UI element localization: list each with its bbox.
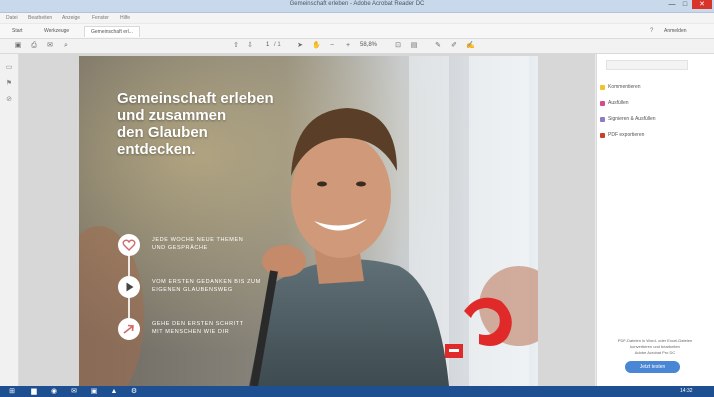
help-icon[interactable]: ? (650, 28, 653, 34)
try-now-button[interactable]: Jetzt testen (625, 361, 680, 373)
heart-icon (118, 234, 140, 256)
page-number-input[interactable]: 1 (266, 42, 269, 48)
save-icon[interactable]: ▣ (14, 42, 22, 50)
tab-document[interactable]: Gemeinschaft erl... (84, 26, 140, 37)
fill-tool-icon (600, 101, 605, 106)
browser-icon[interactable]: ◉ (50, 388, 58, 395)
toolbar (0, 39, 714, 54)
feature-text-line: Gehe den ersten Schritt (152, 321, 244, 327)
page-down-icon[interactable]: ⇩ (246, 42, 254, 50)
zoom-out-icon[interactable]: − (328, 42, 336, 50)
search-icon[interactable]: ⌕ (62, 42, 70, 50)
maximize-button[interactable]: □ (679, 0, 691, 9)
menu-help[interactable]: Hilfe (120, 15, 130, 21)
zoom-level[interactable]: 58,8% (360, 42, 377, 48)
play-icon (118, 276, 140, 298)
print-icon[interactable]: ⎙ (30, 42, 38, 50)
tab-home[interactable]: Start (6, 26, 29, 36)
acrobat-icon[interactable]: ▲ (110, 388, 118, 395)
headline-line: entdecken. (117, 141, 196, 158)
feature-text-line: Jede Woche neue Themen (152, 237, 244, 243)
menu-window[interactable]: Fenster (92, 15, 109, 21)
sign-in-link[interactable]: Anmelden (664, 28, 687, 34)
explorer-icon[interactable]: ▆ (30, 388, 38, 395)
page-total: / 1 (274, 42, 281, 48)
mail-app-icon[interactable]: ✉ (70, 388, 78, 395)
arrow-icon (118, 318, 140, 340)
attachment-icon[interactable]: ⊘ (5, 96, 13, 104)
feature-text-line: eigenen Glaubensweg (152, 287, 233, 293)
minimize-button[interactable]: — (666, 0, 678, 9)
taskbar (0, 386, 714, 397)
hand-icon[interactable]: ✋ (312, 42, 321, 50)
promo-line: Adobe Acrobat Pro DC (634, 350, 676, 355)
feature-text-line: Vom ersten Gedanken bis zum (152, 279, 261, 285)
highlight-icon[interactable]: ✐ (450, 42, 458, 50)
comment-icon[interactable]: ✎ (434, 42, 442, 50)
export-tool-icon (600, 133, 605, 138)
tool-item-comment[interactable]: Kommentieren (608, 84, 641, 90)
promo-text: PDF-Dateien in Word- oder Excel-Dateien … (603, 338, 707, 356)
sign-tool-icon (600, 117, 605, 122)
select-cursor-icon[interactable]: ➤ (296, 42, 304, 50)
document-headline: Gemeinschaft erleben und zusammen den Gl… (117, 90, 347, 158)
feature-item-1: Jede Woche neue Themen und Gespräche (152, 236, 243, 252)
tab-tools[interactable]: Werkzeuge (38, 26, 75, 36)
page-up-icon[interactable]: ⇧ (232, 42, 240, 50)
taskbar-clock: 14:32 (680, 388, 693, 394)
feature-text-line: mit Menschen wie dir (152, 329, 230, 335)
tool-item-export[interactable]: PDF exportieren (608, 132, 644, 138)
comment-tool-icon (600, 85, 605, 90)
window-title: Gemeinschaft erleben - Adobe Acrobat Rea… (289, 1, 425, 7)
headline-line: und zusammen (117, 107, 227, 124)
start-icon[interactable]: ⊞ (8, 388, 16, 395)
headline-line: Gemeinschaft erleben (117, 90, 274, 107)
sign-icon[interactable]: ✍ (466, 42, 475, 50)
bookmark-icon[interactable]: ⚑ (5, 80, 13, 88)
menu-edit[interactable]: Bearbeiten (28, 15, 52, 21)
tools-search-input[interactable] (606, 60, 688, 70)
mail-icon[interactable]: ✉ (46, 42, 54, 50)
zoom-in-icon[interactable]: + (344, 42, 352, 50)
page-thumbnails-icon[interactable]: ▭ (5, 64, 13, 72)
fit-page-icon[interactable]: ⊡ (394, 42, 402, 50)
tool-item-fill[interactable]: Ausfüllen (608, 100, 629, 106)
word-icon[interactable]: ▣ (90, 388, 98, 395)
close-button[interactable]: ✕ (692, 0, 712, 9)
tool-item-sign[interactable]: Signieren & Ausfüllen (608, 116, 656, 122)
feature-item-3: Gehe den ersten Schritt mit Menschen wie… (152, 320, 244, 336)
settings-icon[interactable]: ⚙ (130, 388, 138, 395)
menu-view[interactable]: Anzeige (62, 15, 80, 21)
scroll-mode-icon[interactable]: ▤ (410, 42, 418, 50)
menu-file[interactable]: Datei (6, 15, 18, 21)
feature-text-line: und Gespräche (152, 245, 208, 251)
headline-line: den Glauben (117, 124, 208, 141)
feature-item-2: Vom ersten Gedanken bis zum eigenen Glau… (152, 278, 261, 294)
